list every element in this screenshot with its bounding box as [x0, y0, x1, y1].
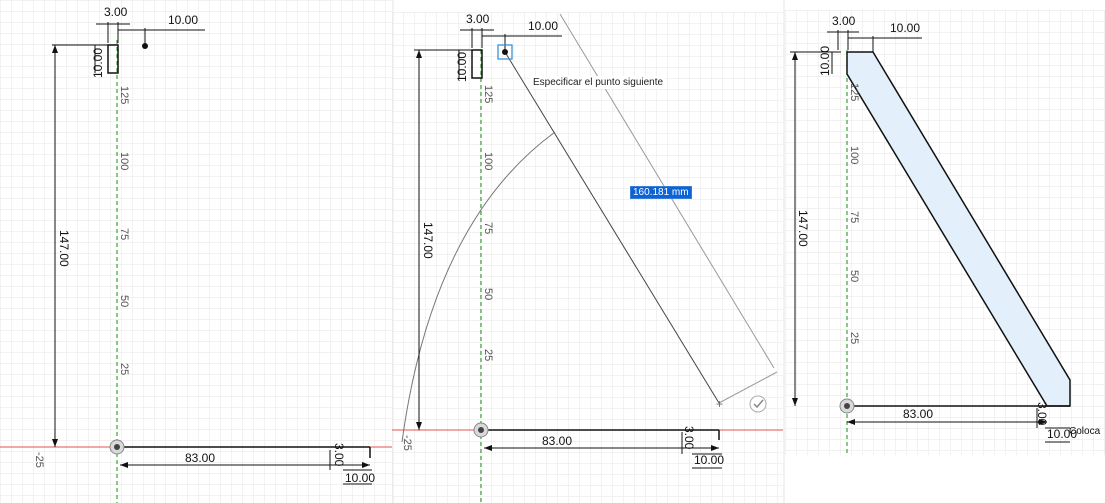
ruler-label: 125	[848, 83, 860, 101]
ruler-label: 25	[118, 363, 130, 375]
ruler-label: 125	[118, 86, 130, 104]
sketch-canvas-1[interactable]: 3.00 10.00 10.00 147.00 83.00 3.00 10.00…	[0, 0, 392, 503]
ruler-label: -25	[401, 435, 413, 451]
ruler-label: 100	[848, 146, 860, 164]
svg-text:+: +	[716, 397, 723, 411]
dim-base-length[interactable]: 83.00	[542, 434, 572, 448]
dim-height-left[interactable]: 10.00	[91, 48, 105, 78]
ruler-label: -25	[33, 452, 45, 468]
dim-height-total[interactable]: 147.00	[421, 222, 435, 259]
dim-thick-right[interactable]: 3.00	[332, 443, 346, 467]
dim-thick-right[interactable]: 3.00	[1035, 402, 1049, 426]
origin-marker-icon[interactable]	[109, 439, 125, 455]
ruler-label: 100	[118, 152, 130, 170]
ruler-label: 75	[482, 222, 494, 234]
dim-base-length[interactable]: 83.00	[185, 451, 215, 465]
sketch-panel-1[interactable]: 3.00 10.00 10.00 147.00 83.00 3.00 10.00…	[0, 0, 392, 503]
sketch-canvas-3[interactable]: 3.00 10.00 10.00 147.00 83.00 3.00 10.00…	[785, 10, 1105, 455]
ruler-label: 50	[482, 288, 494, 300]
ruler-label: 125	[482, 85, 494, 103]
ruler-label: 50	[118, 295, 130, 307]
sketch-panel-2[interactable]: + 3.00 10.00 10.00 147.00 83.00 3.00 10.…	[392, 12, 783, 503]
dim-base-length[interactable]: 83.00	[903, 407, 933, 421]
tooltip: Especificar el punto siguiente	[530, 76, 667, 89]
origin-marker-icon[interactable]	[473, 422, 489, 438]
dim-width-top[interactable]: 3.00	[466, 12, 490, 26]
dim-height-left[interactable]: 10.00	[818, 46, 832, 76]
dim-offset-top[interactable]: 10.00	[528, 19, 558, 33]
dim-offset-top[interactable]: 10.00	[890, 21, 920, 35]
dim-height-left[interactable]: 10.00	[455, 52, 469, 82]
dim-thick-right[interactable]: 3.00	[682, 426, 696, 450]
dim-width-top[interactable]: 3.00	[832, 14, 856, 28]
ruler-label: 75	[118, 228, 130, 240]
dim-end-width[interactable]: 10.00	[694, 453, 724, 467]
cut-off-text: Coloca	[1069, 426, 1101, 437]
length-input[interactable]: 160.181 mm	[630, 186, 692, 199]
ruler-label: 75	[848, 211, 860, 223]
ruler-label: 100	[482, 152, 494, 170]
dim-width-top[interactable]: 3.00	[104, 5, 128, 19]
ruler-label: 25	[848, 332, 860, 344]
ruler-label: 25	[482, 349, 494, 361]
dim-height-total[interactable]: 147.00	[796, 210, 810, 247]
confirm-check-icon[interactable]	[749, 395, 767, 413]
dim-offset-top[interactable]: 10.00	[168, 13, 198, 27]
dim-height-total[interactable]: 147.00	[57, 230, 71, 267]
dim-end-width[interactable]: 10.00	[345, 471, 375, 485]
ruler-label: 50	[848, 270, 860, 282]
sketch-panel-3[interactable]: 3.00 10.00 10.00 147.00 83.00 3.00 10.00…	[785, 10, 1105, 455]
origin-marker-icon[interactable]	[839, 398, 855, 414]
